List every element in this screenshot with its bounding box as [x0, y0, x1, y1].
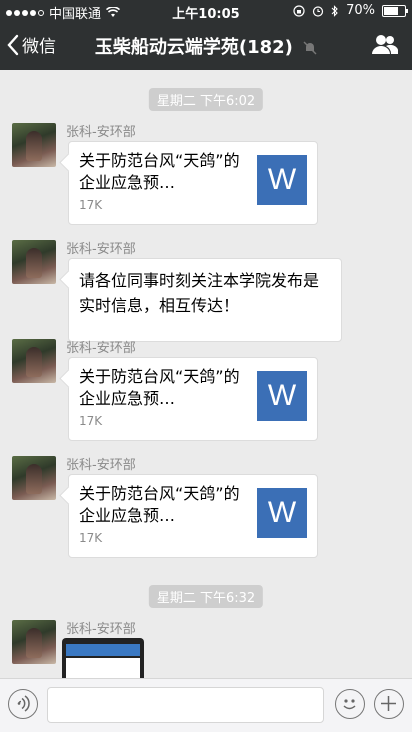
- input-bar: [0, 678, 412, 732]
- sender-name: 张科-安环部: [66, 341, 136, 356]
- file-message-bubble[interactable]: 关于防范台风“天鸽”的企业应急预… 17K W: [68, 141, 318, 225]
- emoji-button[interactable]: [335, 689, 365, 719]
- image-message-thumbnail[interactable]: [62, 638, 144, 678]
- status-bar: 中国联通 上午10:05 70%: [0, 0, 412, 22]
- orientation-lock-icon: [293, 4, 305, 17]
- group-info-button[interactable]: [372, 34, 399, 60]
- word-doc-icon: W: [257, 488, 307, 538]
- chat-title-wrap: 玉柴船动云端学苑(182): [0, 33, 412, 59]
- thumbnail-body: [66, 658, 140, 678]
- sender-name: 张科-安环部: [66, 458, 136, 473]
- avatar[interactable]: [12, 620, 56, 664]
- status-left: 中国联通: [6, 3, 121, 22]
- file-message-bubble[interactable]: 关于防范台风“天鸽”的企业应急预… 17K W: [68, 474, 318, 558]
- signal-dots-icon: [6, 9, 44, 16]
- file-size: 17K: [79, 198, 103, 212]
- battery-icon: [382, 4, 408, 17]
- chat-title: 玉柴船动云端学苑(182): [94, 37, 293, 58]
- avatar[interactable]: [12, 123, 56, 167]
- time-divider: 星期二 下午6:32: [148, 585, 264, 608]
- mute-bell-icon: [303, 41, 317, 55]
- file-message-bubble[interactable]: 关于防范台风“天鸽”的企业应急预… 17K W: [68, 357, 318, 441]
- group-people-icon: [372, 35, 399, 54]
- voice-button[interactable]: [8, 689, 38, 719]
- wifi-icon: [106, 7, 121, 17]
- thumbnail-header: [66, 644, 140, 656]
- word-doc-icon: W: [257, 155, 307, 205]
- sender-name: 张科-安环部: [66, 622, 136, 637]
- alarm-icon: [312, 5, 324, 17]
- bluetooth-icon: [331, 4, 338, 17]
- sender-name: 张科-安环部: [66, 125, 136, 140]
- battery-percent: 70%: [346, 3, 375, 18]
- carrier-label: 中国联通: [49, 7, 102, 22]
- file-size: 17K: [79, 531, 103, 545]
- text-message-bubble[interactable]: 请各位同事时刻关注本学院发布是实时信息，相互传达！: [68, 258, 342, 342]
- status-right: 70%: [293, 3, 408, 18]
- message-text: 请各位同事时刻关注本学院发布是实时信息，相互传达！: [79, 271, 320, 315]
- time-divider: 星期二 下午6:02: [148, 88, 264, 111]
- chat-header: 微信 玉柴船动云端学苑(182): [0, 22, 412, 70]
- file-title: 关于防范台风“天鸽”的企业应急预…: [79, 151, 240, 192]
- chat-area[interactable]: 星期二 下午6:02 张科-安环部 关于防范台风“天鸽”的企业应急预… 17K …: [0, 70, 412, 678]
- file-title: 关于防范台风“天鸽”的企业应急预…: [79, 367, 240, 408]
- file-title: 关于防范台风“天鸽”的企业应急预…: [79, 484, 240, 525]
- file-size: 17K: [79, 414, 103, 428]
- sender-name: 张科-安环部: [66, 242, 136, 257]
- voice-icon: [17, 695, 30, 712]
- more-button[interactable]: [374, 689, 404, 719]
- message-input[interactable]: [47, 687, 324, 723]
- emoji-icon: [343, 699, 356, 710]
- avatar[interactable]: [12, 240, 56, 284]
- word-doc-icon: W: [257, 371, 307, 421]
- avatar[interactable]: [12, 456, 56, 500]
- plus-icon: [381, 696, 396, 711]
- avatar[interactable]: [12, 339, 56, 383]
